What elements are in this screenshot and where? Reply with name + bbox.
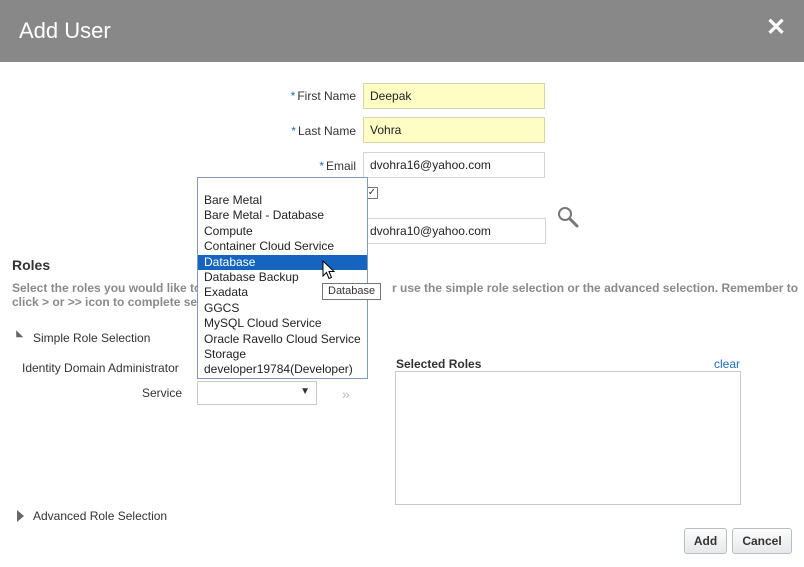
collapse-icon[interactable] xyxy=(12,330,24,341)
selected-roles-list[interactable] xyxy=(395,371,741,505)
service-select[interactable]: ▼ xyxy=(197,381,317,405)
dialog-title: Add User xyxy=(19,18,111,43)
dropdown-option[interactable]: GGCS xyxy=(198,301,367,316)
expand-icon[interactable] xyxy=(17,510,24,522)
service-dropdown-list[interactable]: Bare Metal Bare Metal - Database Compute Co… xyxy=(197,177,368,379)
required-marker: * xyxy=(290,89,296,103)
service-label: Service xyxy=(141,386,182,400)
search-icon[interactable] xyxy=(557,206,579,228)
dropdown-option[interactable]: Bare Metal - Database xyxy=(198,208,367,223)
dropdown-option[interactable]: Bare Metal xyxy=(198,193,367,208)
simple-role-selection-toggle[interactable]: Simple Role Selection xyxy=(33,331,150,345)
description-right: r use the simple role selection or the a… xyxy=(392,281,799,295)
dropdown-option[interactable]: MySQL Cloud Service xyxy=(198,316,367,331)
identity-domain-admin-label: Identity Domain Administrator xyxy=(22,361,179,375)
email-label: * Email xyxy=(319,159,356,173)
roles-description: Select the roles you would like to click… xyxy=(12,281,798,309)
chevron-down-icon: ▼ xyxy=(300,386,310,397)
manager-input[interactable]: dvohra10@yahoo.com xyxy=(363,218,546,244)
dropdown-option[interactable]: Oracle Ravello Cloud Service xyxy=(198,332,367,347)
dropdown-option[interactable]: Container Cloud Service xyxy=(198,239,367,254)
description-line2: click > or >> icon to complete se xyxy=(12,295,198,309)
required-marker: * xyxy=(319,159,324,173)
option-tooltip: Database xyxy=(322,283,382,300)
advanced-role-selection-toggle[interactable]: Advanced Role Selection xyxy=(33,509,167,523)
dropdown-option[interactable]: Compute xyxy=(198,224,367,239)
dialog-header: Add User ✕ xyxy=(0,0,804,62)
email-input[interactable]: dvohra16@yahoo.com xyxy=(363,152,545,178)
last-name-input[interactable]: Vohra xyxy=(363,117,545,143)
move-all-button[interactable]: » xyxy=(342,386,350,402)
mouse-cursor-icon xyxy=(322,260,336,280)
last-name-label: * Last Name xyxy=(291,124,356,138)
add-button[interactable]: Add xyxy=(684,528,727,554)
dropdown-option[interactable]: Database xyxy=(198,254,367,270)
required-marker: * xyxy=(291,124,296,138)
first-name-input[interactable]: Deepak xyxy=(363,83,545,109)
cancel-button[interactable]: Cancel xyxy=(732,528,792,554)
dropdown-option[interactable]: Storage xyxy=(198,347,367,362)
first-name-label: * First Name xyxy=(290,89,356,103)
dropdown-option[interactable]: developer19784(Developer) xyxy=(198,362,367,377)
close-icon[interactable]: ✕ xyxy=(764,14,788,42)
roles-title: Roles xyxy=(12,257,51,273)
clear-link[interactable]: clear xyxy=(714,357,740,371)
selected-roles-label: Selected Roles xyxy=(396,357,482,371)
